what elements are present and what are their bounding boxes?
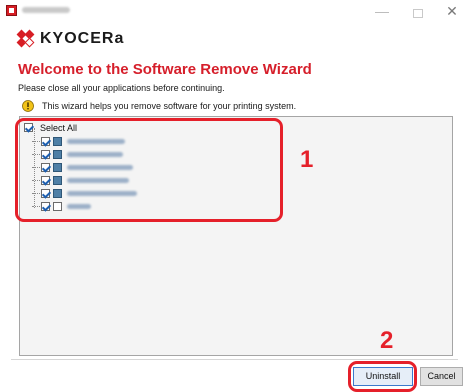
callout-number-2: 2 [380,327,394,354]
maximize-button[interactable] [413,9,423,18]
callout-highlight-list [15,118,283,222]
info-warning-icon [22,100,34,112]
kyocera-logo: KYOCERa [16,29,125,49]
logo-text: KYOCERa [40,30,125,47]
footer-divider [11,359,458,360]
window-titlebar: — ✕ [0,0,469,22]
app-icon [6,5,17,16]
info-text: This wizard helps you remove software fo… [42,101,297,111]
window-title-blurred [22,7,70,13]
callout-number-1: 1 [300,146,314,173]
callout-highlight-uninstall [348,361,417,392]
kyocera-logo-icon [16,29,35,48]
instruction-text: Please close all your applications befor… [18,83,225,93]
page-title: Welcome to the Software Remove Wizard [18,61,312,78]
minimize-button[interactable]: — [370,3,394,19]
close-button[interactable]: ✕ [440,3,464,19]
cancel-button[interactable]: Cancel [420,367,463,386]
